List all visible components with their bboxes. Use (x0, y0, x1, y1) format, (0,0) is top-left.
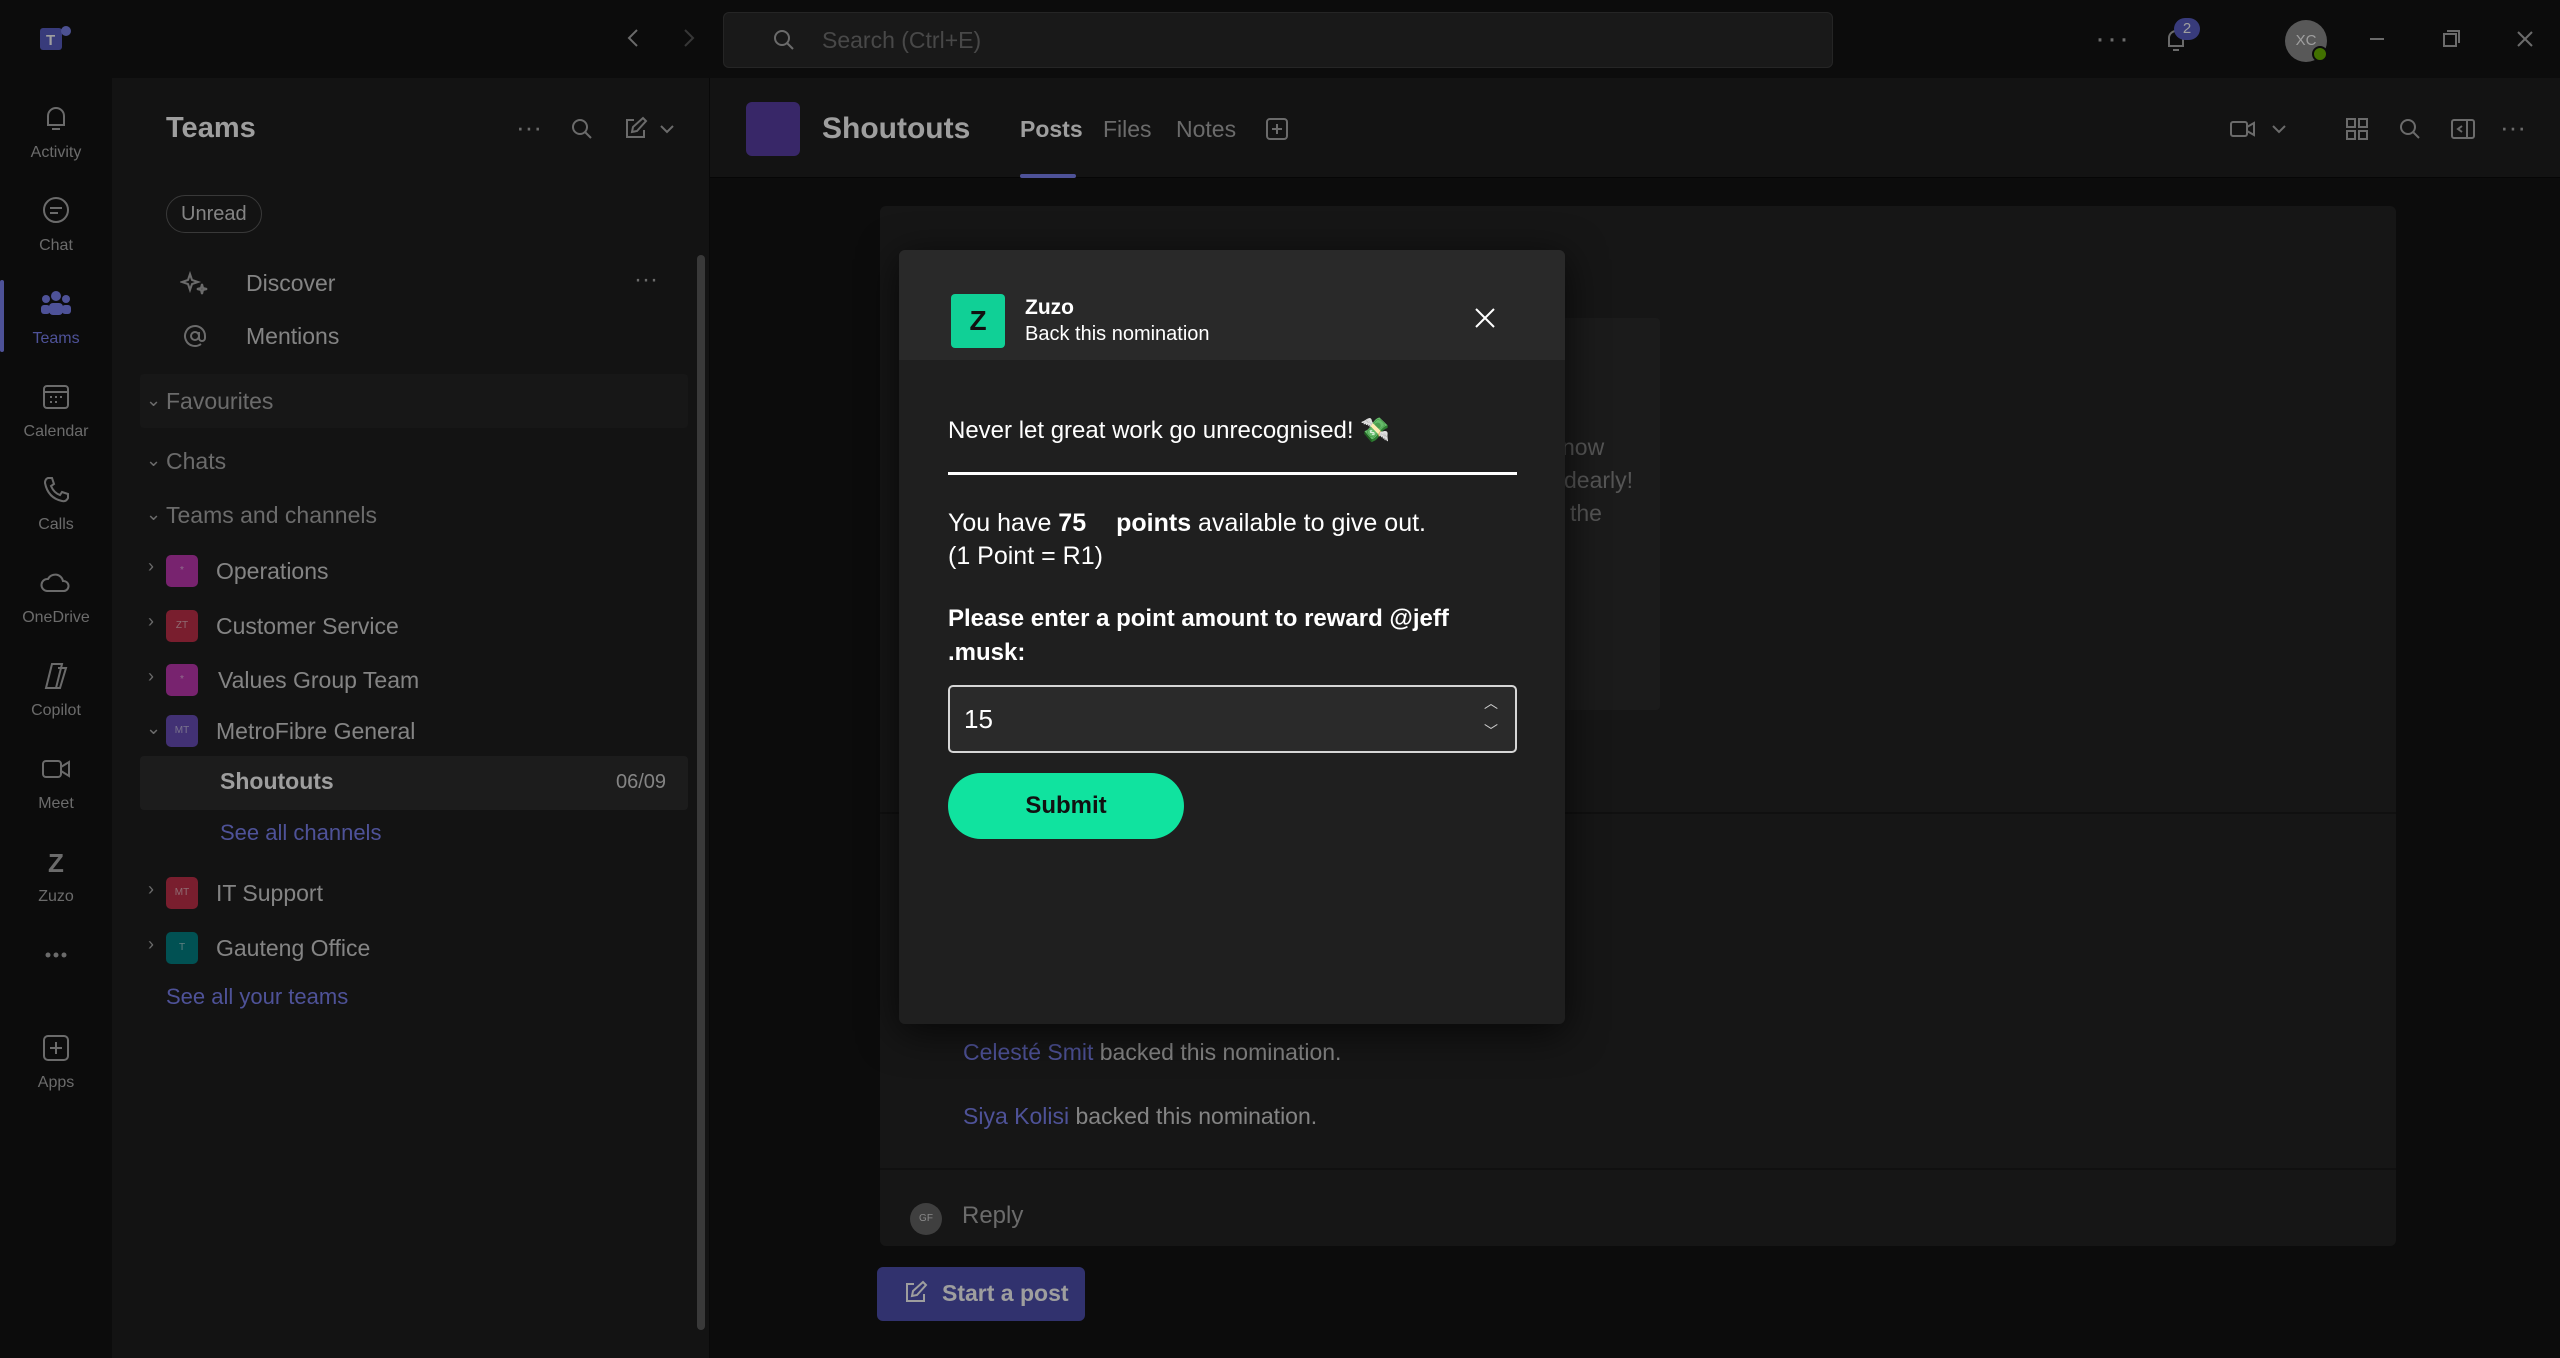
dialog-subtitle: Back this nomination (1025, 323, 1210, 345)
points-word: points (1116, 509, 1192, 537)
points-suffix: available to give out. (1191, 509, 1426, 537)
points-available-text: You have 75 points available to give out. (948, 504, 1426, 542)
submit-button[interactable]: Submit (948, 773, 1184, 839)
points-value: 75 (1058, 509, 1087, 537)
zuzo-logo: Z (951, 294, 1005, 348)
increment-icon[interactable]: ︿ (1484, 693, 1498, 713)
amount-prompt: Please enter a point amount to reward @j… (948, 605, 1449, 666)
close-icon[interactable] (1470, 303, 1500, 333)
point-rate-text: (1 Point = R1) (948, 542, 1103, 570)
point-amount-input[interactable]: 15 (948, 685, 1517, 753)
dialog-app-name: Zuzo (1025, 296, 1074, 319)
decrement-icon[interactable]: ﹀ (1484, 721, 1498, 741)
points-prefix: You have (948, 509, 1059, 537)
dialog-tagline: Never let great work go unrecognised! 💸 (948, 417, 1391, 444)
divider (948, 472, 1517, 475)
